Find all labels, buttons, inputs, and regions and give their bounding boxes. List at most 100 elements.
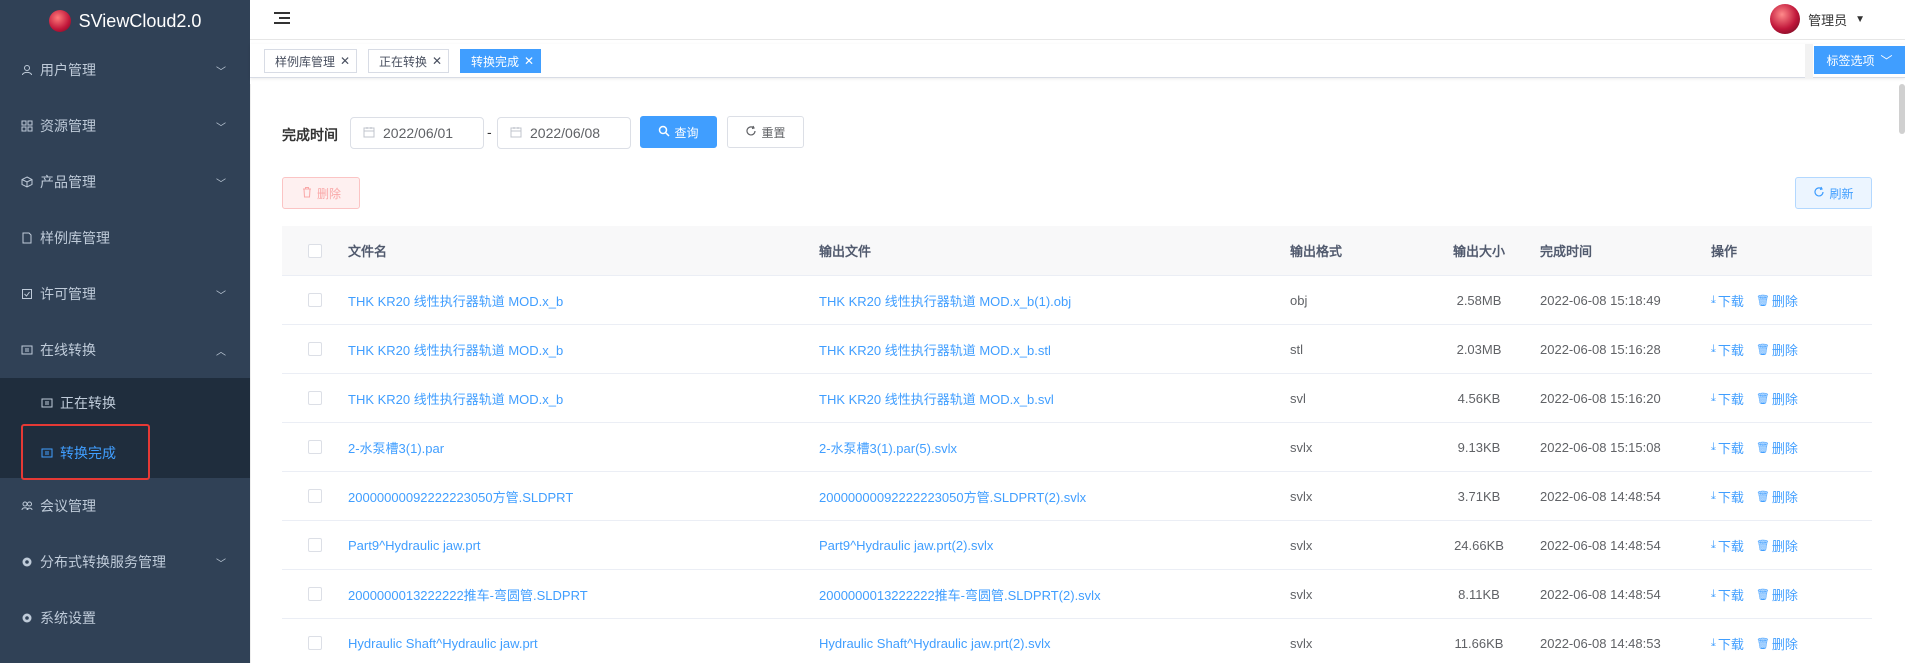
output-size: 9.13KB bbox=[1457, 439, 1501, 455]
row-delete-button[interactable]: 🗑 删除 bbox=[1756, 438, 1798, 457]
download-button[interactable]: ⤓ 下载 bbox=[1711, 536, 1744, 555]
completion-time: 2022-06-08 15:16:20 bbox=[1540, 390, 1661, 406]
convert-icon bbox=[20, 343, 34, 357]
file-name-link[interactable]: 2000000013222222推车-弯圆管.SLDPRT bbox=[348, 585, 819, 604]
select-all-checkbox[interactable] bbox=[308, 243, 322, 258]
row-delete-button[interactable]: 🗑 删除 bbox=[1756, 340, 1798, 359]
app-logo[interactable]: SViewCloud2.0 bbox=[0, 0, 250, 42]
output-file-link[interactable]: 20000000092222223050方管.SLDPRT(2).svlx bbox=[819, 487, 1290, 506]
sidebar-subitem-converting[interactable]: 正在转换 bbox=[0, 378, 250, 428]
tags-scrollbar[interactable] bbox=[1805, 44, 1813, 78]
column-header: 输出格式 bbox=[1290, 244, 1343, 259]
query-label: 查询 bbox=[674, 125, 699, 140]
row-checkbox[interactable] bbox=[308, 440, 322, 454]
row-checkbox[interactable] bbox=[308, 342, 322, 356]
sidebar-item-user-management[interactable]: 用户管理 ﹀ bbox=[0, 42, 250, 98]
sidebar-item-online-convert[interactable]: 在线转换 ︿ bbox=[0, 322, 250, 378]
sidebar-item-license-management[interactable]: 许可管理 ﹀ bbox=[0, 266, 250, 322]
start-date-input[interactable]: 2022/06/01 bbox=[350, 117, 484, 149]
download-button[interactable]: ⤓ 下载 bbox=[1711, 487, 1744, 506]
file-name-link[interactable]: Part9^Hydraulic jaw.prt bbox=[348, 538, 819, 553]
row-delete-button[interactable]: 🗑 删除 bbox=[1756, 487, 1798, 506]
sidebar-item-resource-management[interactable]: 资源管理 ﹀ bbox=[0, 98, 250, 154]
row-checkbox[interactable] bbox=[308, 391, 322, 405]
tag-converting[interactable]: 正在转换 ✕ bbox=[368, 49, 450, 73]
delete-button[interactable]: 删除 bbox=[282, 177, 360, 209]
file-name-link[interactable]: Hydraulic Shaft^Hydraulic jaw.prt bbox=[348, 636, 819, 651]
output-file-link[interactable]: THK KR20 线性执行器轨道 MOD.x_b.stl bbox=[819, 340, 1290, 359]
output-format: svlx bbox=[1290, 586, 1313, 602]
sidebar-subitem-converted[interactable]: 转换完成 bbox=[0, 428, 250, 478]
sidebar-item-label: 系统设置 bbox=[40, 610, 96, 626]
download-button[interactable]: ⤓ 下载 bbox=[1711, 389, 1744, 408]
reset-button[interactable]: 重置 bbox=[727, 116, 804, 148]
output-file-link[interactable]: THK KR20 线性执行器轨道 MOD.x_b(1).obj bbox=[819, 291, 1290, 310]
file-name-link[interactable]: THK KR20 线性执行器轨道 MOD.x_b bbox=[348, 389, 819, 408]
output-file-link[interactable]: Part9^Hydraulic jaw.prt(2).svlx bbox=[819, 538, 1290, 553]
sidebar-item-label: 许可管理 bbox=[40, 286, 96, 302]
tag-converted[interactable]: 转换完成 ✕ bbox=[460, 49, 542, 73]
download-label: 下载 bbox=[1717, 587, 1744, 603]
page-scrollbar[interactable] bbox=[1899, 84, 1905, 134]
row-checkbox[interactable] bbox=[308, 293, 322, 307]
hamburger-menu-icon[interactable] bbox=[274, 12, 290, 26]
tag-options-button[interactable]: 标签选项 ﹀ bbox=[1814, 46, 1905, 74]
row-delete-button[interactable]: 🗑 删除 bbox=[1756, 389, 1798, 408]
query-button[interactable]: 查询 bbox=[640, 116, 717, 148]
sidebar-item-meeting-management[interactable]: 会议管理 bbox=[0, 478, 250, 534]
tag-sample-library[interactable]: 样例库管理 ✕ bbox=[264, 49, 358, 73]
avatar bbox=[1770, 4, 1801, 34]
completion-time: 2022-06-08 15:16:28 bbox=[1540, 341, 1661, 357]
file-name-link[interactable]: THK KR20 线性执行器轨道 MOD.x_b bbox=[348, 291, 819, 310]
output-format: svlx bbox=[1290, 537, 1313, 553]
row-checkbox[interactable] bbox=[308, 587, 322, 601]
download-button[interactable]: ⤓ 下载 bbox=[1711, 291, 1744, 310]
box-icon bbox=[20, 175, 34, 189]
convert-icon bbox=[40, 446, 54, 460]
table-row: Hydraulic Shaft^Hydraulic jaw.prt Hydrau… bbox=[282, 619, 1872, 663]
output-format: svlx bbox=[1290, 488, 1313, 504]
sidebar-item-distributed-convert[interactable]: 分布式转换服务管理 ﹀ bbox=[0, 534, 250, 590]
row-delete-label: 删除 bbox=[1771, 489, 1798, 505]
file-name-link[interactable]: 2-水泵槽3(1).par bbox=[348, 438, 819, 457]
row-delete-label: 删除 bbox=[1771, 342, 1798, 358]
output-file-link[interactable]: 2000000013222222推车-弯圆管.SLDPRT(2).svlx bbox=[819, 585, 1290, 604]
row-checkbox[interactable] bbox=[308, 489, 322, 503]
sidebar-item-sample-library[interactable]: 样例库管理 bbox=[0, 210, 250, 266]
output-file-link[interactable]: Hydraulic Shaft^Hydraulic jaw.prt(2).svl… bbox=[819, 636, 1290, 651]
sidebar-subitem-label: 正在转换 bbox=[60, 395, 116, 411]
download-button[interactable]: ⤓ 下载 bbox=[1711, 585, 1744, 604]
row-checkbox[interactable] bbox=[308, 636, 322, 650]
user-menu[interactable]: 管理员 ▼ bbox=[1770, 4, 1865, 34]
row-delete-button[interactable]: 🗑 删除 bbox=[1756, 585, 1798, 604]
row-delete-button[interactable]: 🗑 删除 bbox=[1756, 634, 1798, 653]
download-button[interactable]: ⤓ 下载 bbox=[1711, 634, 1744, 653]
meeting-icon bbox=[20, 499, 34, 513]
end-date-input[interactable]: 2022/06/08 bbox=[497, 117, 631, 149]
output-format: stl bbox=[1290, 341, 1303, 357]
file-name-link[interactable]: 20000000092222223050方管.SLDPRT bbox=[348, 487, 819, 506]
close-icon[interactable]: ✕ bbox=[524, 54, 534, 68]
sidebar-item-system-settings[interactable]: 系统设置 bbox=[0, 590, 250, 646]
row-delete-button[interactable]: 🗑 删除 bbox=[1756, 291, 1798, 310]
close-icon[interactable]: ✕ bbox=[340, 54, 350, 68]
download-button[interactable]: ⤓ 下载 bbox=[1711, 340, 1744, 359]
row-delete-label: 删除 bbox=[1771, 391, 1798, 407]
sidebar-item-label: 在线转换 bbox=[40, 342, 96, 358]
output-file-link[interactable]: 2-水泵槽3(1).par(5).svlx bbox=[819, 438, 1290, 457]
sidebar-menu: 用户管理 ﹀ 资源管理 ﹀ 产品管理 ﹀ 样例库管理 许可管理 ﹀ 在线转换 ︿… bbox=[0, 42, 250, 646]
sidebar-item-label: 分布式转换服务管理 bbox=[40, 554, 166, 570]
output-file-link[interactable]: THK KR20 线性执行器轨道 MOD.x_b.svl bbox=[819, 389, 1290, 408]
download-button[interactable]: ⤓ 下载 bbox=[1711, 438, 1744, 457]
user-name: 管理员 bbox=[1808, 12, 1848, 28]
output-size: 3.71KB bbox=[1457, 488, 1501, 504]
trash-icon: 🗑 bbox=[1755, 294, 1770, 307]
download-label: 下载 bbox=[1717, 391, 1744, 407]
refresh-button[interactable]: 刷新 bbox=[1795, 177, 1872, 209]
file-name-link[interactable]: THK KR20 线性执行器轨道 MOD.x_b bbox=[348, 340, 819, 359]
trash-icon: 🗑 bbox=[1755, 588, 1770, 601]
row-delete-button[interactable]: 🗑 删除 bbox=[1756, 536, 1798, 555]
sidebar-item-product-management[interactable]: 产品管理 ﹀ bbox=[0, 154, 250, 210]
close-icon[interactable]: ✕ bbox=[432, 54, 442, 68]
row-checkbox[interactable] bbox=[308, 538, 322, 552]
